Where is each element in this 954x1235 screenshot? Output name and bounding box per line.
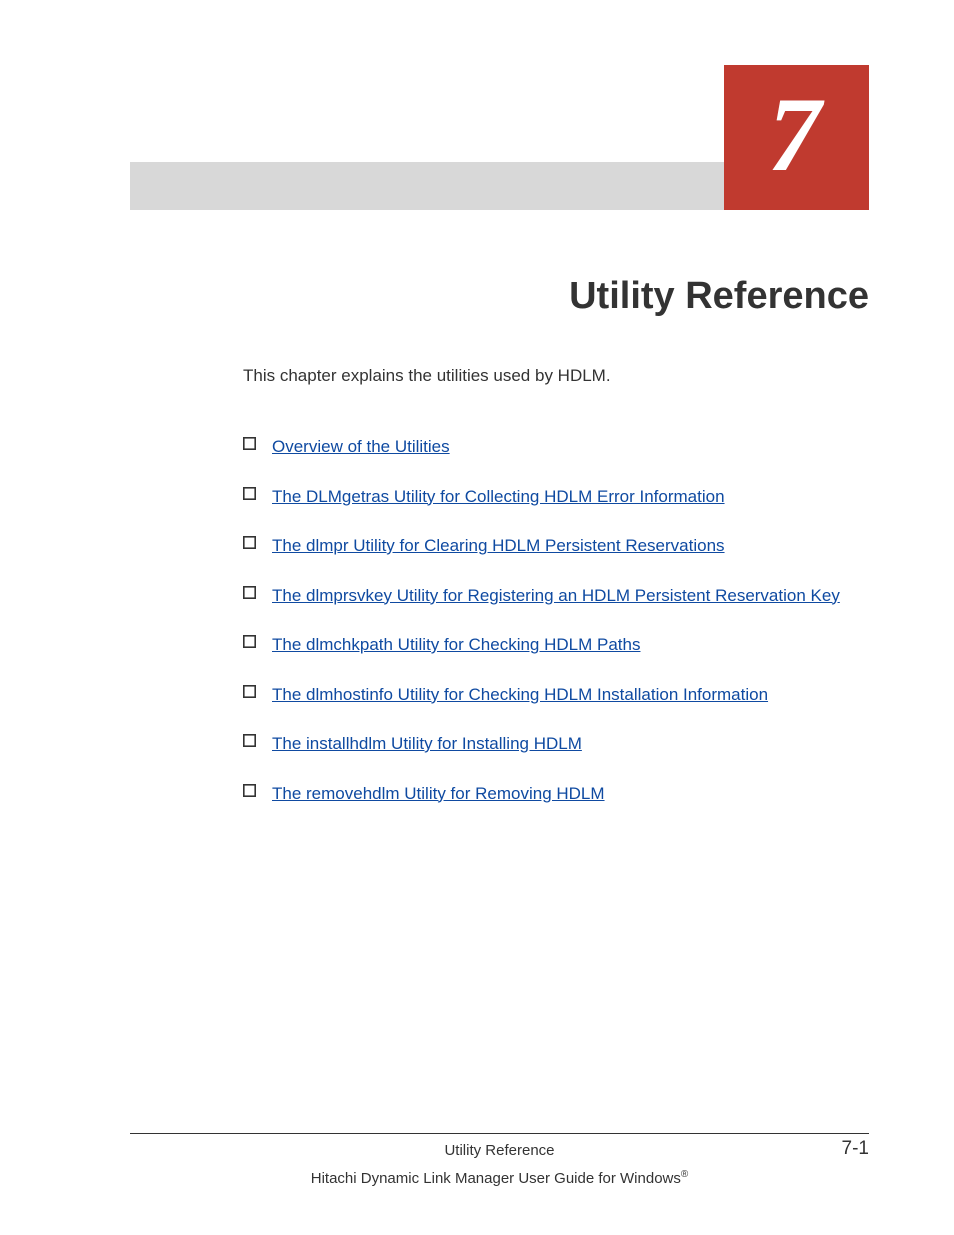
toc-item: The dlmpr Utility for Clearing HDLM Pers… xyxy=(243,533,869,559)
bullet-box-icon xyxy=(243,437,256,450)
toc-item: The installhdlm Utility for Installing H… xyxy=(243,731,869,757)
bullet-box-icon xyxy=(243,635,256,648)
toc-link-dlmgetras[interactable]: The DLMgetras Utility for Collecting HDL… xyxy=(272,484,725,510)
toc-item: Overview of the Utilities xyxy=(243,434,869,460)
bullet-box-icon xyxy=(243,784,256,797)
toc-link-dlmhostinfo[interactable]: The dlmhostinfo Utility for Checking HDL… xyxy=(272,682,768,708)
toc-link-dlmchkpath[interactable]: The dlmchkpath Utility for Checking HDLM… xyxy=(272,632,640,658)
toc-item: The removehdlm Utility for Removing HDLM xyxy=(243,781,869,807)
toc-item: The dlmchkpath Utility for Checking HDLM… xyxy=(243,632,869,658)
page-footer: Utility Reference 7-1 Hitachi Dynamic Li… xyxy=(130,1133,869,1187)
footer-row: Utility Reference 7-1 xyxy=(130,1142,869,1159)
footer-book-prefix: Hitachi Dynamic Link Manager User Guide … xyxy=(311,1170,681,1187)
chapter-number: 7 xyxy=(768,82,825,194)
chapter-title: Utility Reference xyxy=(569,275,869,318)
toc-link-removehdlm[interactable]: The removehdlm Utility for Removing HDLM xyxy=(272,781,605,807)
footer-page-number: 7-1 xyxy=(842,1138,869,1160)
toc-link-dlmprsvkey[interactable]: The dlmprsvkey Utility for Registering a… xyxy=(272,583,840,609)
chapter-banner: 7 xyxy=(130,65,869,210)
intro-paragraph: This chapter explains the utilities used… xyxy=(243,366,611,386)
registered-mark: ® xyxy=(681,1169,688,1180)
banner-red-block: 7 xyxy=(724,65,869,210)
bullet-box-icon xyxy=(243,487,256,500)
toc-item: The dlmhostinfo Utility for Checking HDL… xyxy=(243,682,869,708)
footer-section: Utility Reference xyxy=(444,1142,554,1159)
toc-list: Overview of the Utilities The DLMgetras … xyxy=(243,410,869,806)
toc-link-installhdlm[interactable]: The installhdlm Utility for Installing H… xyxy=(272,731,582,757)
toc-link-overview[interactable]: Overview of the Utilities xyxy=(272,434,450,460)
bullet-box-icon xyxy=(243,734,256,747)
page: 7 Utility Reference This chapter explain… xyxy=(0,0,954,1235)
bullet-box-icon xyxy=(243,536,256,549)
bullet-box-icon xyxy=(243,586,256,599)
footer-book-title: Hitachi Dynamic Link Manager User Guide … xyxy=(130,1169,869,1187)
toc-item: The DLMgetras Utility for Collecting HDL… xyxy=(243,484,869,510)
bullet-box-icon xyxy=(243,685,256,698)
footer-rule xyxy=(130,1133,869,1134)
toc-link-dlmpr[interactable]: The dlmpr Utility for Clearing HDLM Pers… xyxy=(272,533,725,559)
toc-item: The dlmprsvkey Utility for Registering a… xyxy=(243,583,869,609)
